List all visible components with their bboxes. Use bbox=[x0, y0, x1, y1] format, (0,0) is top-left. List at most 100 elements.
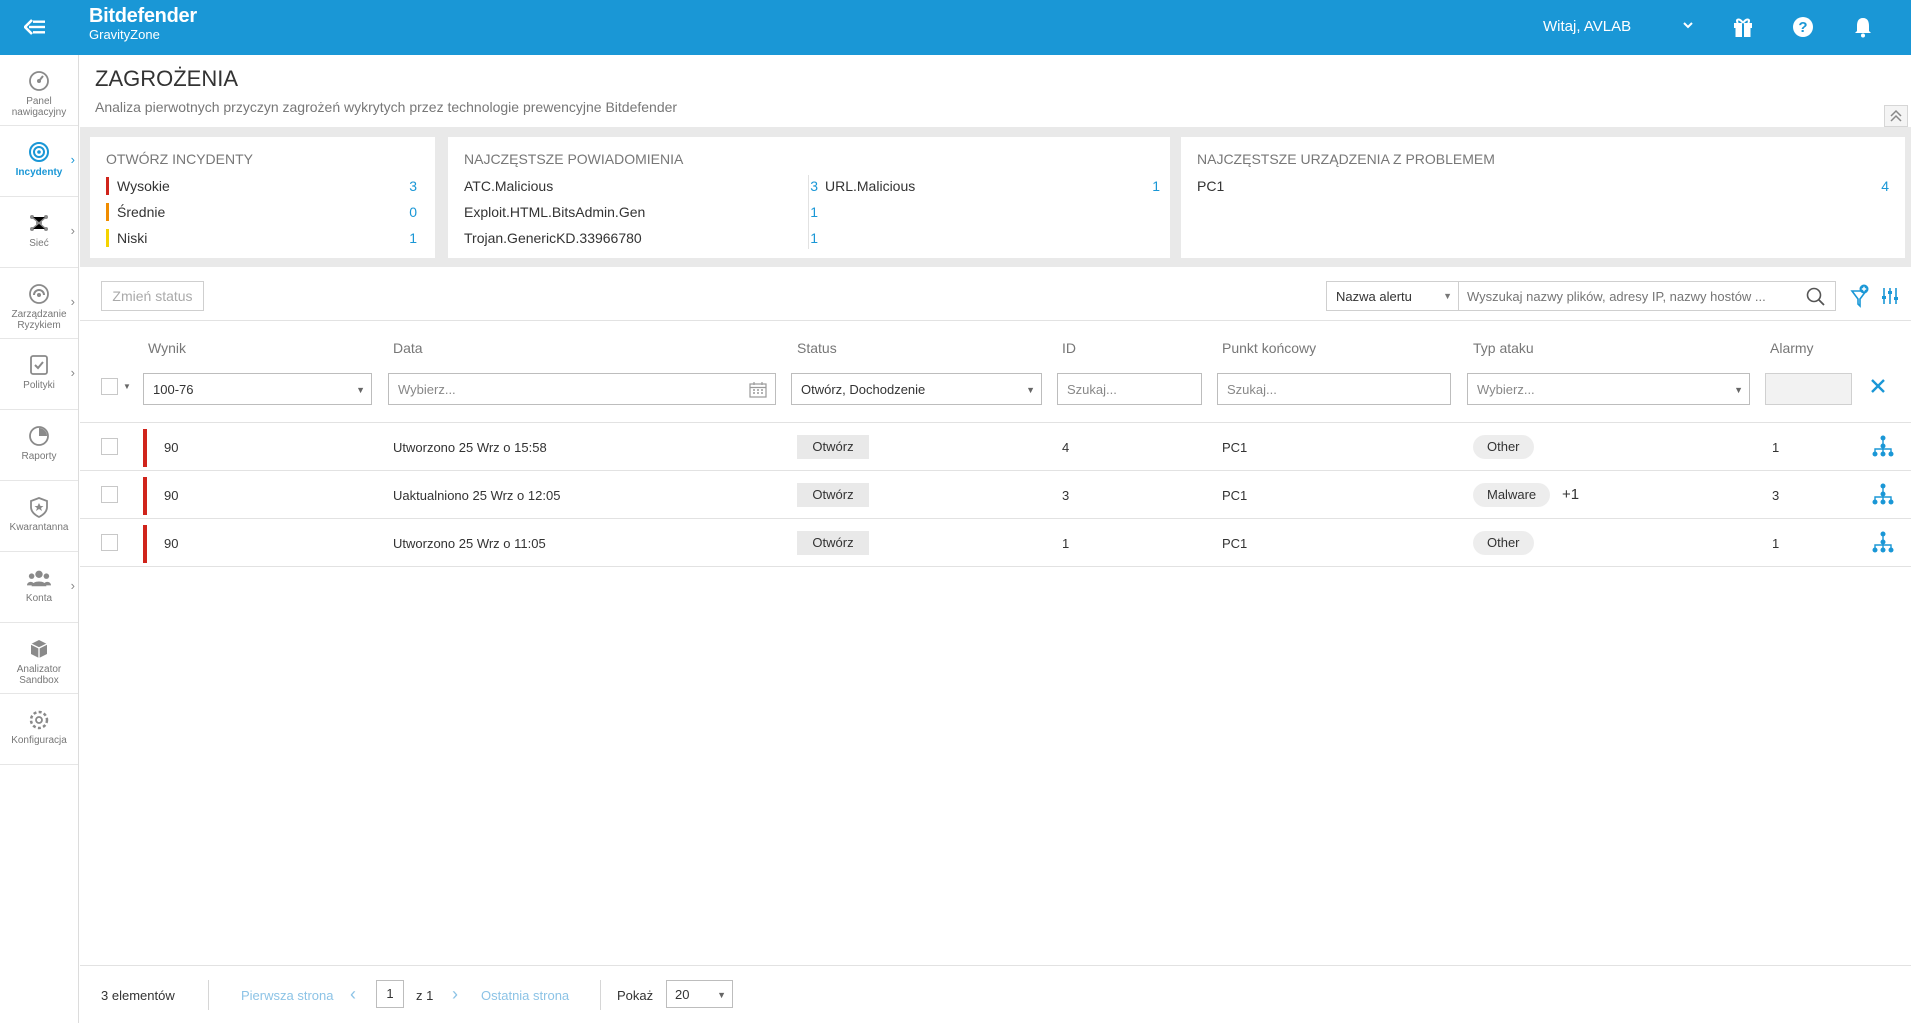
status-filter[interactable]: Otwórz, Dochodzenie ▼ bbox=[791, 373, 1042, 405]
severity-count[interactable]: 1 bbox=[409, 230, 417, 246]
collapse-menu-button[interactable] bbox=[20, 14, 50, 40]
first-page-link[interactable]: Pierwsza strona bbox=[241, 988, 333, 1003]
caret-down-icon: ▼ bbox=[1734, 385, 1743, 395]
severity-count[interactable]: 0 bbox=[409, 204, 417, 220]
alert-count[interactable]: 1 bbox=[788, 230, 818, 246]
date-filter-value: Wybierz... bbox=[398, 382, 456, 397]
status-badge[interactable]: Otwórz bbox=[797, 531, 869, 555]
column-header-date[interactable]: Data bbox=[393, 340, 423, 356]
more-attack-types[interactable]: +1 bbox=[1562, 486, 1579, 503]
column-header-score[interactable]: Wynik bbox=[148, 340, 186, 356]
caret-down-icon[interactable]: ▼ bbox=[123, 382, 131, 391]
severity-label: Niski bbox=[117, 230, 148, 246]
attack-type-filter[interactable]: Wybierz... ▼ bbox=[1467, 373, 1750, 405]
collapse-summary-button[interactable] bbox=[1884, 105, 1908, 127]
add-filter-icon[interactable] bbox=[1850, 284, 1870, 313]
severity-indicator bbox=[143, 429, 147, 467]
incident-graph-icon[interactable] bbox=[1872, 531, 1894, 558]
endpoint-cell[interactable]: PC1 bbox=[1222, 440, 1247, 455]
id-cell[interactable]: 4 bbox=[1062, 440, 1069, 455]
incident-graph-icon[interactable] bbox=[1872, 483, 1894, 510]
sandbox-icon bbox=[27, 637, 51, 661]
severity-low-row[interactable]: Niski bbox=[106, 227, 147, 249]
sidebar-item-accounts[interactable]: Konta › bbox=[0, 552, 78, 623]
sidebar-item-label: Zarządzanie Ryzykiem bbox=[11, 309, 67, 331]
id-cell[interactable]: 3 bbox=[1062, 488, 1069, 503]
help-icon[interactable]: ? bbox=[1790, 14, 1816, 40]
caret-down-icon: ▼ bbox=[1443, 291, 1452, 301]
search-input[interactable] bbox=[1458, 281, 1836, 311]
sidebar-item-sandbox[interactable]: Analizator Sandbox bbox=[0, 623, 78, 694]
table-row[interactable]: 90 Utworzono 25 Wrz o 15:58 Otwórz 4 PC1… bbox=[80, 423, 1911, 471]
status-badge[interactable]: Otwórz bbox=[797, 483, 869, 507]
row-checkbox[interactable] bbox=[101, 438, 118, 455]
alert-count[interactable]: 3 bbox=[788, 178, 818, 194]
clear-filters-icon[interactable] bbox=[1869, 377, 1887, 400]
row-checkbox[interactable] bbox=[101, 486, 118, 503]
chevron-left-icon[interactable]: ‹ bbox=[350, 984, 356, 1005]
sidebar-item-quarantine[interactable]: Kwarantanna bbox=[0, 481, 78, 552]
sidebar-item-reports[interactable]: Raporty bbox=[0, 410, 78, 481]
chevron-right-icon[interactable]: › bbox=[452, 984, 458, 1005]
column-header-status[interactable]: Status bbox=[797, 340, 837, 356]
page-number-input[interactable]: 1 bbox=[376, 980, 404, 1008]
top-alerts-card: NAJCZĘSTSZE POWIADOMIENIA ATC.Malicious … bbox=[448, 137, 1170, 258]
sidebar-item-configuration[interactable]: Konfiguracja bbox=[0, 694, 78, 765]
attack-type-filter-value: Wybierz... bbox=[1477, 382, 1535, 397]
caret-down-icon: ▼ bbox=[1026, 385, 1035, 395]
settings-sliders-icon[interactable] bbox=[1880, 286, 1900, 311]
column-header-endpoint[interactable]: Punkt końcowy bbox=[1222, 340, 1316, 356]
alert-row[interactable]: URL.Malicious bbox=[825, 175, 915, 197]
bell-icon[interactable] bbox=[1850, 14, 1876, 40]
sidebar-item-label: Konfiguracja bbox=[11, 735, 67, 746]
severity-indicator bbox=[143, 525, 147, 563]
severity-medium-row[interactable]: Średnie bbox=[106, 201, 165, 223]
page-title: ZAGROŻENIA bbox=[95, 66, 239, 91]
column-header-alarms[interactable]: Alarmy bbox=[1770, 340, 1814, 356]
alarms-filter[interactable] bbox=[1765, 373, 1852, 405]
column-header-attack-type[interactable]: Typ ataku bbox=[1473, 340, 1534, 356]
alert-count[interactable]: 1 bbox=[1130, 178, 1160, 194]
alert-row[interactable]: ATC.Malicious bbox=[464, 175, 553, 197]
endpoint-filter[interactable]: Szukaj... bbox=[1217, 373, 1451, 405]
select-all-checkbox[interactable] bbox=[101, 378, 118, 395]
sidebar-item-network[interactable]: Sieć › bbox=[0, 197, 78, 268]
sidebar-item-policies[interactable]: Polityki › bbox=[0, 339, 78, 410]
page-size-select[interactable]: 20 ▼ bbox=[666, 980, 733, 1008]
device-row[interactable]: PC1 bbox=[1197, 175, 1224, 197]
row-checkbox[interactable] bbox=[101, 534, 118, 551]
endpoint-cell[interactable]: PC1 bbox=[1222, 488, 1247, 503]
status-badge[interactable]: Otwórz bbox=[797, 435, 869, 459]
date-filter[interactable]: Wybierz... bbox=[388, 373, 776, 405]
alert-row[interactable]: Exploit.HTML.BitsAdmin.Gen bbox=[464, 201, 645, 223]
column-header-id[interactable]: ID bbox=[1062, 340, 1076, 356]
calendar-icon[interactable] bbox=[749, 381, 767, 398]
endpoint-cell[interactable]: PC1 bbox=[1222, 536, 1247, 551]
alert-count[interactable]: 1 bbox=[788, 204, 818, 220]
user-greeting[interactable]: Witaj, AVLAB bbox=[1543, 18, 1631, 35]
table-row[interactable]: 90 Uaktualniono 25 Wrz o 12:05 Otwórz 3 … bbox=[80, 471, 1911, 519]
search-icon[interactable] bbox=[1806, 287, 1826, 312]
gift-icon[interactable] bbox=[1730, 14, 1756, 40]
incident-graph-icon[interactable] bbox=[1872, 435, 1894, 462]
sidebar-item-risk-management[interactable]: Zarządzanie Ryzykiem › bbox=[0, 268, 78, 339]
configuration-icon bbox=[27, 708, 51, 732]
table-row[interactable]: 90 Utworzono 25 Wrz o 11:05 Otwórz 1 PC1… bbox=[80, 519, 1911, 567]
score-filter[interactable]: 100-76 ▼ bbox=[143, 373, 372, 405]
brand-logo[interactable]: Bitdefender GravityZone bbox=[89, 6, 197, 41]
summary-cards: OTWÓRZ INCYDENTY Wysokie 3 Średnie 0 Nis… bbox=[80, 127, 1911, 267]
severity-indicator bbox=[143, 477, 147, 515]
severity-count[interactable]: 3 bbox=[409, 178, 417, 194]
sidebar-item-incidents[interactable]: Incydenty › bbox=[0, 126, 78, 197]
alert-row[interactable]: Trojan.GenericKD.33966780 bbox=[464, 227, 642, 249]
change-status-button[interactable]: Zmień status bbox=[101, 281, 204, 311]
last-page-link[interactable]: Ostatnia strona bbox=[481, 988, 569, 1003]
device-count[interactable]: 4 bbox=[1881, 178, 1889, 194]
id-cell[interactable]: 1 bbox=[1062, 536, 1069, 551]
chevron-down-icon[interactable] bbox=[1682, 18, 1694, 36]
sidebar-item-dashboard[interactable]: Panel nawigacyjny bbox=[0, 55, 78, 126]
id-filter[interactable]: Szukaj... bbox=[1057, 373, 1202, 405]
severity-high-row[interactable]: Wysokie bbox=[106, 175, 170, 197]
brand-product: GravityZone bbox=[89, 27, 160, 42]
alert-field-select[interactable]: Nazwa alertu ▼ bbox=[1326, 281, 1458, 311]
